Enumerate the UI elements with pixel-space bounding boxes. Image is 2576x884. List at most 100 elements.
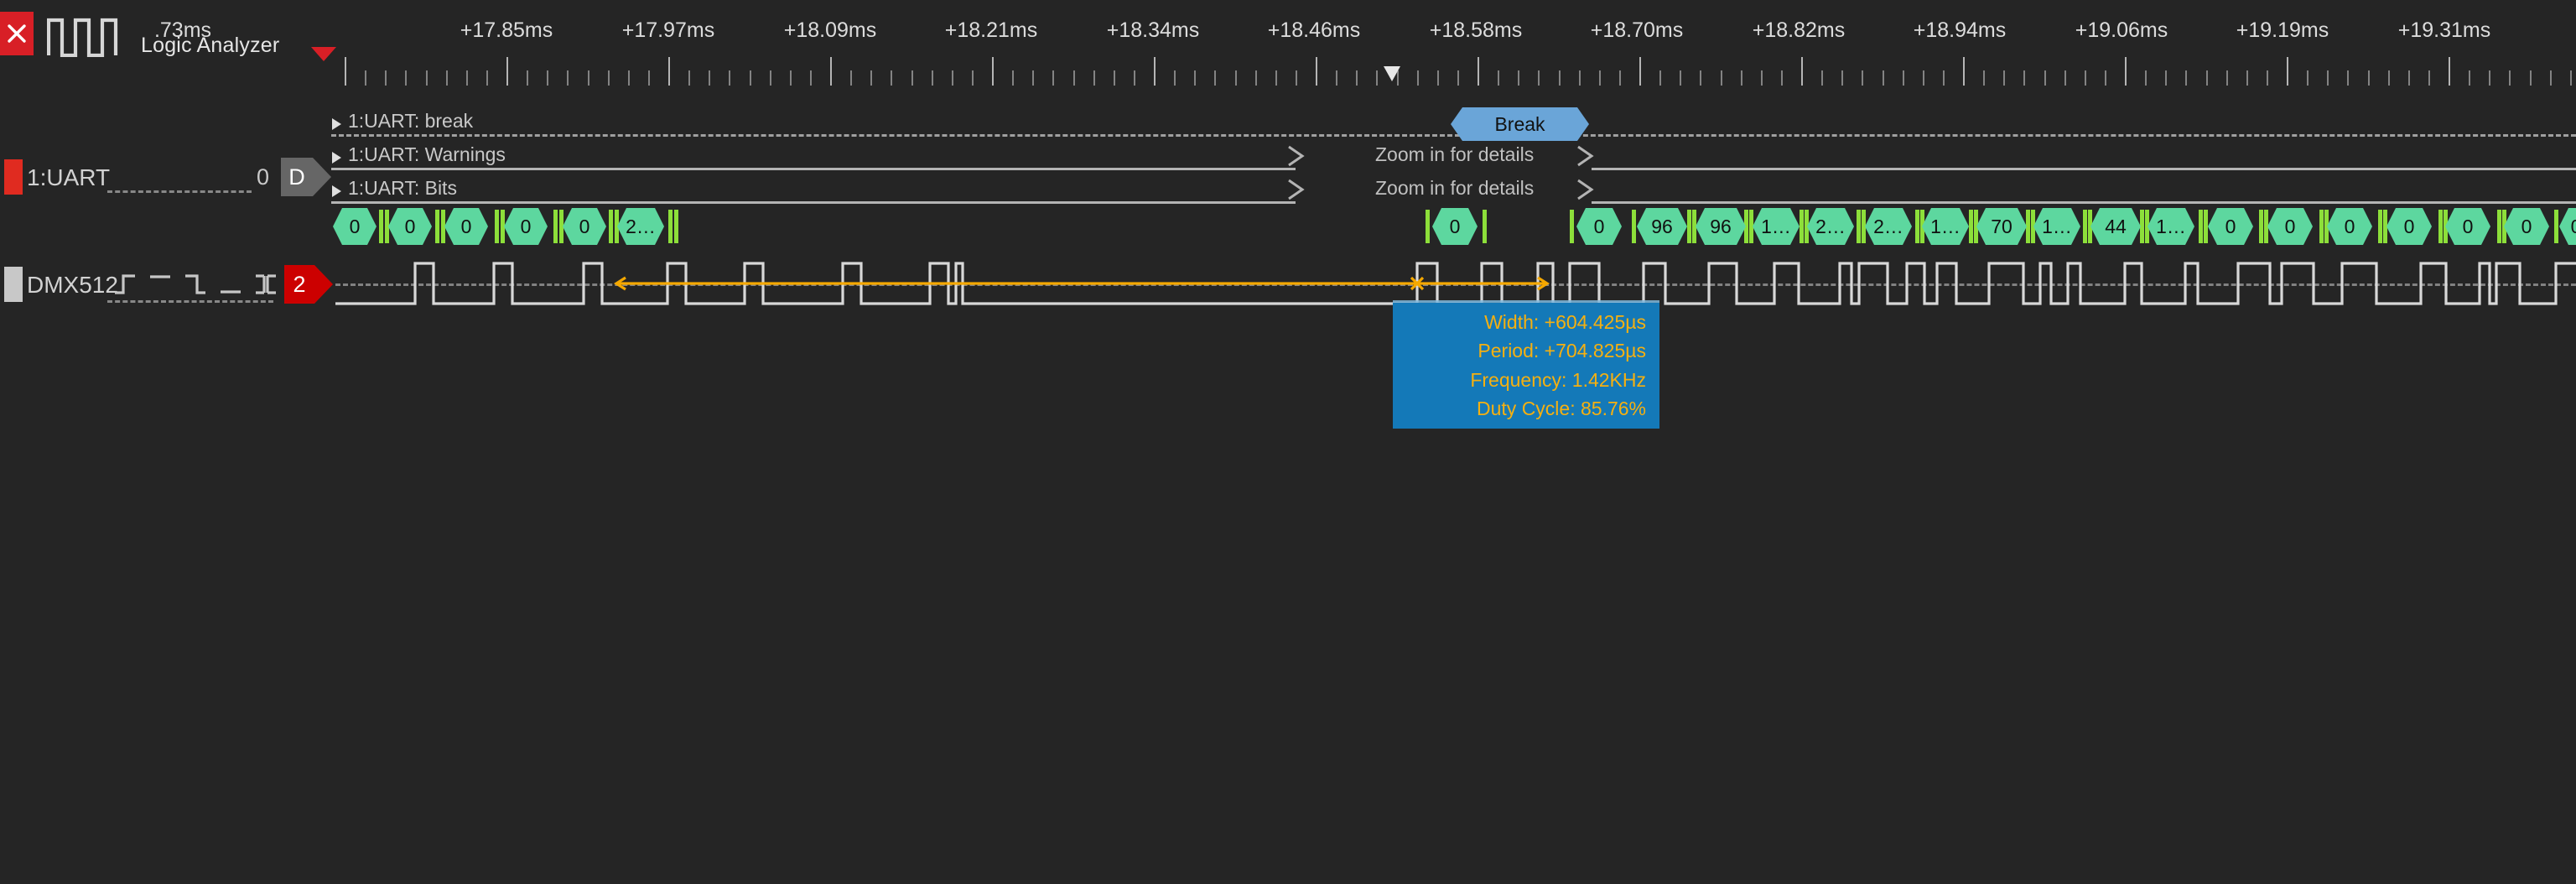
- channel-badge-uart[interactable]: D: [281, 158, 331, 196]
- bit-value-bubble[interactable]: 0: [2267, 208, 2313, 245]
- ruler-tick: [2569, 70, 2572, 86]
- bits-decode-lane[interactable]: 0 0 0 0 0 2… 0 0 96 96 1… 2… 2… 1… 70 1… 44 1… 0 0 0 0 0 0 0: [0, 208, 2576, 248]
- ruler-tick: [1416, 70, 1419, 86]
- ruler-tick: [1882, 70, 1884, 86]
- bit-value-label: 0: [2284, 215, 2296, 237]
- bit-value-bubble[interactable]: 0: [388, 208, 432, 245]
- ruler-tick-label: +18.82ms: [1752, 18, 1846, 42]
- channel-color-swatch-uart[interactable]: [4, 159, 23, 195]
- analyzer-row-bits[interactable]: 1:UART: Bits Zoom in for details: [331, 174, 2576, 208]
- ruler-tick: [1498, 70, 1500, 86]
- bit-value-bubble[interactable]: 0: [2327, 208, 2372, 245]
- bit-edge-mark: [674, 210, 678, 243]
- bit-value-bubble[interactable]: 96: [1637, 208, 1687, 245]
- ruler-tick: [1578, 70, 1581, 86]
- bit-value-bubble[interactable]: 0: [504, 208, 548, 245]
- ruler-tick: [486, 70, 488, 86]
- ruler-tick: [405, 70, 408, 86]
- ruler-tick: [1983, 70, 1986, 86]
- channel-row-uart[interactable]: 1:UART 0 D: [0, 154, 331, 200]
- ruler-tick: [1052, 70, 1055, 86]
- ruler-tick: [2185, 70, 2188, 86]
- analyzer-label-break: 1:UART: break: [348, 110, 474, 132]
- ruler-tick: [627, 70, 630, 86]
- ruler-tick: [951, 70, 953, 86]
- bit-value-label: 96: [1710, 215, 1732, 237]
- ruler-tick: [1214, 70, 1217, 86]
- channel-index-uart: 0: [257, 164, 270, 190]
- analyzer-label-bits: 1:UART: Bits: [348, 177, 457, 199]
- ruler-tick: [688, 70, 691, 86]
- bit-value-label: 0: [2462, 215, 2474, 237]
- ruler-tick-label: +18.34ms: [1106, 18, 1200, 42]
- bit-value-bubble[interactable]: 44: [2090, 208, 2141, 245]
- ruler-tick: [1113, 70, 1115, 86]
- ruler-tick: [2246, 70, 2248, 86]
- bit-value-bubble[interactable]: 0: [2386, 208, 2432, 245]
- ruler-tick: [1032, 70, 1035, 86]
- expand-triangle-icon[interactable]: [331, 117, 342, 131]
- bit-value-bubble[interactable]: 0: [2559, 208, 2576, 245]
- waveform-trace-dmx512: [335, 262, 2576, 305]
- ruler-tick: [365, 70, 367, 86]
- bit-value-bubble[interactable]: 2…: [1865, 208, 1912, 245]
- ruler-tick: [992, 57, 994, 86]
- bit-value-bubble[interactable]: 1…: [1753, 208, 1800, 245]
- bit-value-label: 2…: [626, 215, 656, 237]
- ruler-tick: [1780, 70, 1783, 86]
- bit-value-label: 0: [1449, 215, 1461, 237]
- ruler-tick: [2367, 70, 2370, 86]
- ruler-tick: [1436, 70, 1439, 86]
- ruler-tick: [1700, 70, 1702, 86]
- bit-value-label: 0: [579, 215, 590, 237]
- bit-value-bubble[interactable]: 96: [1696, 208, 1746, 245]
- bit-value-bubble[interactable]: 0: [1576, 208, 1622, 245]
- bit-edge-mark: [379, 210, 383, 243]
- ruler-tick: [345, 57, 346, 86]
- collapsed-marker-right-icon: [1577, 145, 1594, 167]
- ruler-tick: [1801, 57, 1803, 86]
- bit-edge-mark: [2554, 210, 2558, 243]
- bit-value-bubble[interactable]: 0: [444, 208, 488, 245]
- bit-value-bubble[interactable]: 2…: [617, 208, 664, 245]
- bit-value-label: 0: [2570, 215, 2576, 237]
- bit-value-bubble[interactable]: 1…: [2148, 208, 2194, 245]
- bit-value-bubble[interactable]: 1…: [2033, 208, 2080, 245]
- expand-triangle-icon[interactable]: [331, 185, 342, 198]
- bit-value-bubble[interactable]: 0: [2445, 208, 2490, 245]
- bit-value-label: 0: [520, 215, 532, 237]
- ruler-tick: [1072, 70, 1075, 86]
- ruler-tick: [1275, 70, 1277, 86]
- ruler-tick: [2489, 70, 2491, 86]
- bit-edge-mark: [495, 210, 499, 243]
- frame-chip-break[interactable]: Break: [1451, 107, 1589, 141]
- ruler-tick: [2469, 70, 2471, 86]
- ruler-tick: [2549, 70, 2552, 86]
- ruler-tick: [2287, 57, 2288, 86]
- analyzer-row-warnings[interactable]: 1:UART: Warnings Zoom in for details: [331, 141, 2576, 174]
- ruler-tick: [1457, 70, 1459, 86]
- bit-value-bubble[interactable]: 2…: [1807, 208, 1854, 245]
- ruler-tick: [1518, 70, 1520, 86]
- ruler-tick: [1093, 70, 1095, 86]
- bit-value-bubble[interactable]: 0: [1432, 208, 1478, 245]
- ruler-tick: [2307, 70, 2309, 86]
- ruler-tick: [769, 70, 771, 86]
- ruler-tick: [2165, 70, 2168, 86]
- bit-value-bubble[interactable]: 1…: [1922, 208, 1969, 245]
- bit-value-bubble[interactable]: 0: [2208, 208, 2253, 245]
- bit-value-bubble[interactable]: 0: [2504, 208, 2549, 245]
- ruler-tick: [1376, 70, 1379, 86]
- ruler-tick: [1841, 70, 1844, 86]
- zoom-hint-bits: Zoom in for details: [1375, 177, 1535, 199]
- bit-value-bubble[interactable]: 0: [333, 208, 377, 245]
- analyzer-row-break[interactable]: 1:UART: break Break: [331, 107, 2576, 141]
- waveform-lane-dmx512[interactable]: [0, 252, 2576, 310]
- timeline-ruler[interactable]: .73ms +17.85ms +17.97ms +18.09ms +18.21ms +18…: [0, 0, 2576, 92]
- trigger-down-arrow-icon[interactable]: [1383, 65, 1401, 82]
- bit-value-bubble[interactable]: 70: [1976, 208, 2027, 245]
- measurement-tooltip: Width: +604.425µs Period: +704.825µs Fre…: [1393, 303, 1659, 429]
- expand-triangle-icon[interactable]: [331, 151, 342, 164]
- ruler-tick-marks: [331, 52, 2576, 86]
- bit-value-bubble[interactable]: 0: [563, 208, 606, 245]
